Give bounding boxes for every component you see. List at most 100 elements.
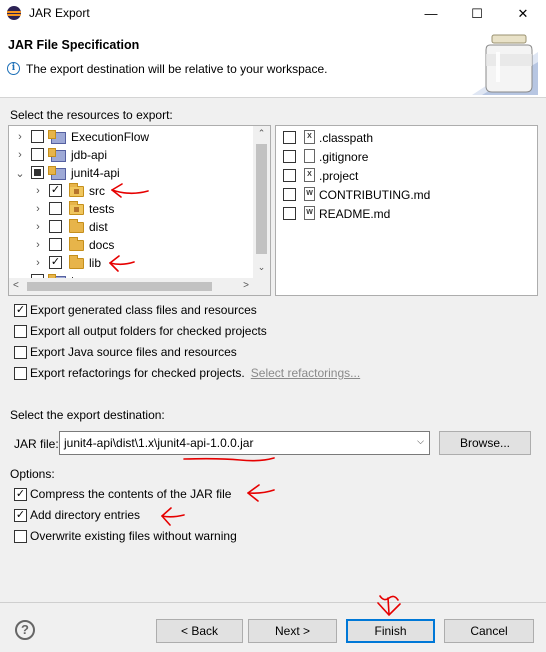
file-item-label: .gitignore <box>319 150 369 164</box>
word-file-icon: W <box>304 206 315 220</box>
source-folder-icon <box>69 183 84 197</box>
file-item[interactable]: X .project <box>276 167 536 185</box>
file-item[interactable]: W CONTRIBUTING.md <box>276 186 536 204</box>
eclipse-icon <box>7 6 21 20</box>
browse-button[interactable]: Browse... <box>439 431 531 455</box>
tree-item-checkbox[interactable] <box>31 166 44 179</box>
tree-item[interactable]: › ✓ lib <box>9 254 253 272</box>
next-button[interactable]: Next > <box>248 619 337 643</box>
options-label: Options: <box>10 467 55 481</box>
resource-tree[interactable]: › ExecutionFlow › jdb-api ⌄ junit4-api › ✓ src › t… <box>8 125 271 296</box>
chevron-right-icon[interactable]: › <box>33 257 43 269</box>
scroll-down-icon[interactable]: ⌄ <box>253 262 270 273</box>
jar-option-checkbox[interactable] <box>14 529 27 543</box>
java-project-icon <box>48 148 66 162</box>
file-item-checkbox[interactable] <box>283 169 296 182</box>
tree-item-label: dist <box>89 220 108 234</box>
annotation-underline-jar <box>183 457 275 462</box>
chevron-right-icon[interactable]: › <box>33 239 43 251</box>
file-item[interactable]: X .classpath <box>276 129 536 147</box>
tree-item-label: jdb-api <box>71 148 108 162</box>
tree-item[interactable]: › ExecutionFlow <box>9 128 253 146</box>
tree-item-checkbox[interactable]: ✓ <box>49 184 62 197</box>
tree-item[interactable]: › tests <box>9 200 253 218</box>
tree-item-label: lib <box>89 256 102 270</box>
tree-item-checkbox[interactable] <box>49 238 62 251</box>
info-icon: i <box>7 62 20 75</box>
tree-item-checkbox[interactable] <box>31 130 44 143</box>
word-file-icon: W <box>304 187 315 201</box>
tree-item-checkbox[interactable]: ✓ <box>49 256 62 269</box>
h-scroll-thumb[interactable] <box>27 282 212 291</box>
destination-label: Select the export destination: <box>10 408 165 422</box>
export-option-checkbox[interactable] <box>14 345 27 359</box>
file-item-checkbox[interactable] <box>283 188 296 201</box>
jar-option[interactable]: Overwrite existing files without warning <box>14 528 237 544</box>
export-option-label: Export all output folders for checked pr… <box>30 324 267 338</box>
banner-message: The export destination will be relative … <box>26 62 328 76</box>
export-option-checkbox[interactable] <box>14 324 27 338</box>
chevron-right-icon[interactable]: › <box>33 185 43 197</box>
file-item-checkbox[interactable] <box>283 150 296 163</box>
select-refactorings-link[interactable]: Select refactorings... <box>251 366 360 380</box>
jar-file-combo[interactable]: junit4-api\dist\1.x\junit4-api-1.0.0.jar… <box>59 431 430 455</box>
file-item[interactable]: .gitignore <box>276 148 536 166</box>
jar-option-checkbox[interactable]: ✓ <box>14 487 27 501</box>
java-project-icon <box>48 130 66 144</box>
annotation-arrow-finish <box>387 597 390 615</box>
text-file-icon <box>304 149 315 163</box>
chevron-right-icon[interactable]: › <box>15 149 25 161</box>
chevron-right-icon[interactable]: › <box>33 203 43 215</box>
file-list[interactable]: X .classpath .gitignore X .project W CONTRIBUT… <box>275 125 538 296</box>
scroll-thumb[interactable] <box>256 144 267 254</box>
jar-option[interactable]: ✓ Compress the contents of the JAR file <box>14 486 231 502</box>
tree-item-checkbox[interactable] <box>49 220 62 233</box>
tree-horizontal-scrollbar[interactable]: < > <box>9 278 253 295</box>
maximize-button[interactable]: ☐ <box>454 0 500 27</box>
scroll-right-icon[interactable]: > <box>243 280 249 291</box>
file-item-label: .project <box>319 169 359 183</box>
tree-item[interactable]: ⌄ junit4-api <box>9 164 253 182</box>
chevron-right-icon[interactable]: › <box>33 221 43 233</box>
tree-item[interactable]: › jdb-api <box>9 146 253 164</box>
chevron-down-icon[interactable]: ⌄ <box>15 167 25 180</box>
close-button[interactable]: ✕ <box>500 0 546 27</box>
export-option[interactable]: Export all output folders for checked pr… <box>14 323 267 339</box>
file-item-checkbox[interactable] <box>283 131 296 144</box>
jar-option-checkbox[interactable]: ✓ <box>14 508 27 522</box>
chevron-right-icon[interactable]: › <box>15 131 25 143</box>
tree-vertical-scrollbar[interactable]: ⌃ ⌄ <box>253 126 270 278</box>
source-folder-icon <box>69 201 84 215</box>
file-item-checkbox[interactable] <box>283 207 296 220</box>
file-item[interactable]: W README.md <box>276 205 536 223</box>
scroll-left-icon[interactable]: < <box>13 280 19 291</box>
tree-item[interactable]: › dist <box>9 218 253 236</box>
window-title: JAR Export <box>29 6 90 20</box>
export-option[interactable]: ✓ Export generated class files and resour… <box>14 302 257 318</box>
export-option-label: Export generated class files and resourc… <box>30 303 257 317</box>
wizard-banner: JAR File Specification i The export dest… <box>0 27 546 98</box>
minimize-button[interactable]: — <box>408 0 454 27</box>
folder-icon <box>69 237 84 251</box>
export-option[interactable]: Export refactorings for checked projects… <box>14 365 360 381</box>
finish-button[interactable]: Finish <box>346 619 435 643</box>
back-button[interactable]: < Back <box>156 619 243 643</box>
tree-item-checkbox[interactable] <box>49 202 62 215</box>
chevron-down-icon[interactable]: ⌵ <box>417 436 424 447</box>
jar-file-value[interactable]: junit4-api\dist\1.x\junit4-api-1.0.0.jar <box>64 436 253 450</box>
jar-file-label: JAR file: <box>14 437 59 451</box>
jar-option[interactable]: ✓ Add directory entries <box>14 507 140 523</box>
tree-item[interactable]: › docs <box>9 236 253 254</box>
export-option-checkbox[interactable] <box>14 366 27 380</box>
x-file-icon: X <box>304 130 315 144</box>
scroll-up-icon[interactable]: ⌃ <box>253 128 270 139</box>
export-option-checkbox[interactable]: ✓ <box>14 303 27 317</box>
help-icon[interactable]: ? <box>15 620 35 640</box>
file-item-label: CONTRIBUTING.md <box>319 188 431 202</box>
cancel-button[interactable]: Cancel <box>444 619 534 643</box>
tree-item[interactable]: › ✓ src <box>9 182 253 200</box>
annotation-arrow-directory <box>161 514 185 518</box>
export-option[interactable]: Export Java source files and resources <box>14 344 237 360</box>
tree-item-checkbox[interactable] <box>31 148 44 161</box>
tree-item-label: src <box>89 184 105 198</box>
